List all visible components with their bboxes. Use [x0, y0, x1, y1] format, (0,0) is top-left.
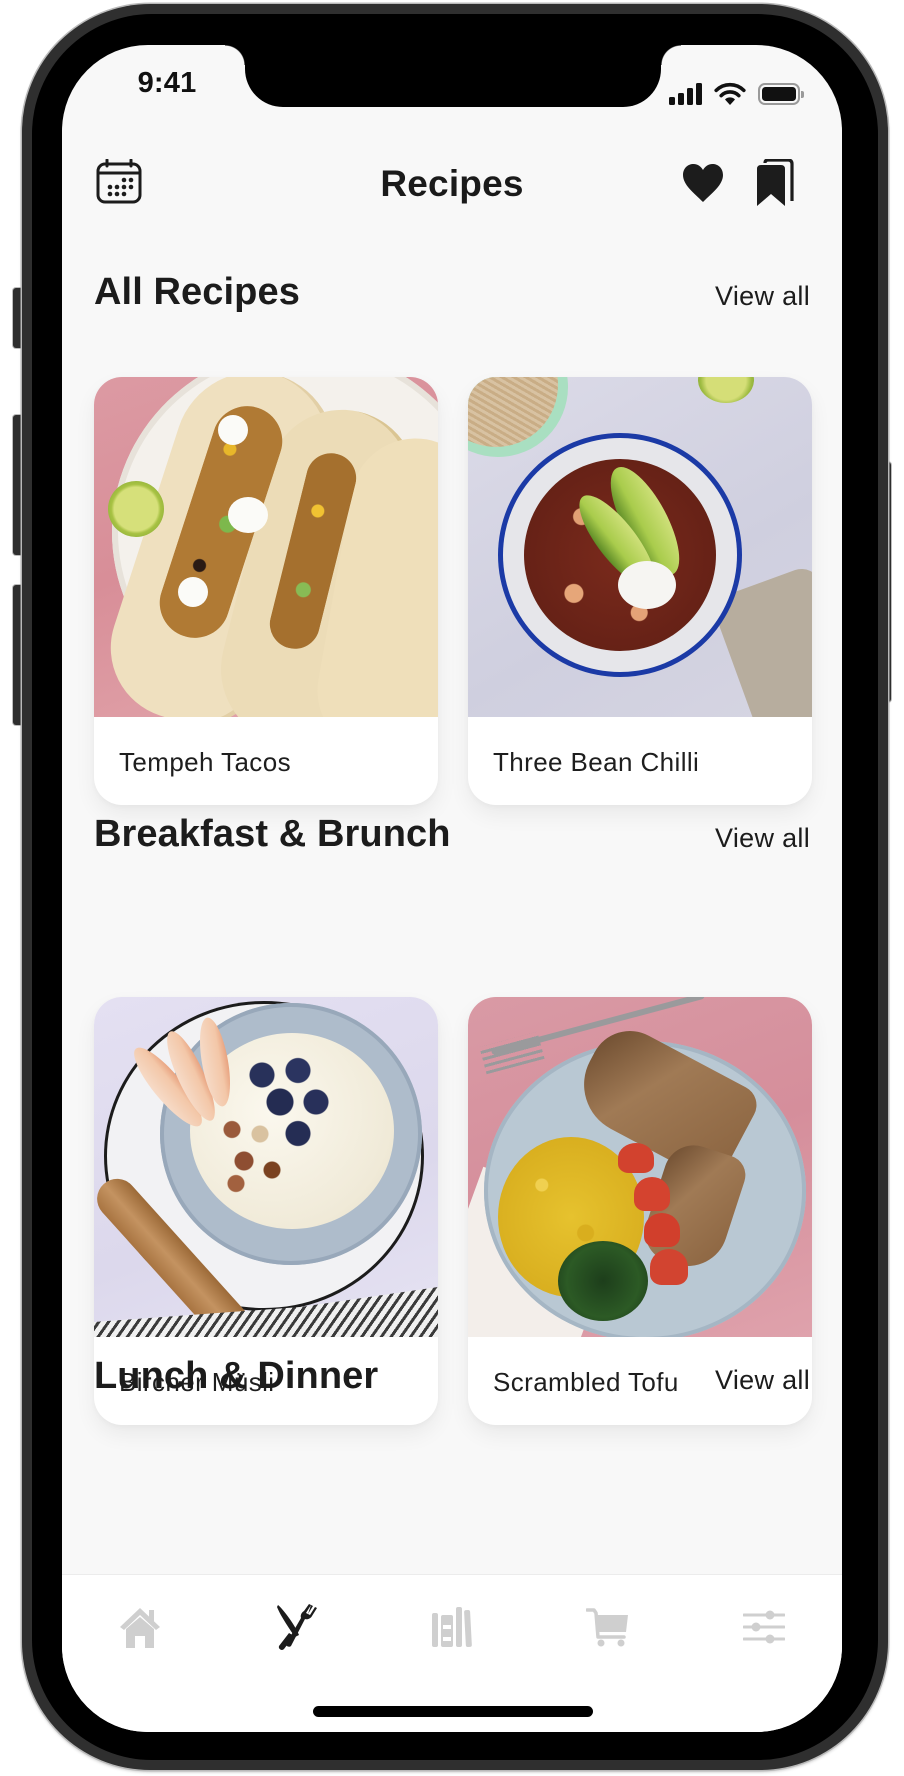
status-icons: [669, 81, 804, 105]
three-bean-chilli-photo: [468, 377, 812, 717]
home-icon: [120, 1608, 160, 1648]
recipe-name: Three Bean Chilli: [493, 747, 700, 777]
view-all-link[interactable]: View all: [715, 1365, 810, 1396]
tab-recipes[interactable]: [218, 1599, 374, 1655]
section-header-all-recipes: All Recipes View all: [94, 271, 810, 321]
tab-settings[interactable]: [686, 1599, 842, 1655]
bookmarks-icon: [757, 159, 794, 206]
cart-icon: [586, 1608, 628, 1647]
page-title: Recipes: [380, 163, 524, 204]
bircher-musli-photo: [94, 997, 438, 1337]
view-all-link[interactable]: View all: [715, 281, 810, 312]
recipe-card-tempeh-tacos[interactable]: Tempeh Tacos: [94, 377, 438, 805]
home-indicator[interactable]: [313, 1706, 593, 1717]
recipe-name: Tempeh Tacos: [119, 747, 291, 777]
section-header-breakfast-brunch: Breakfast & Brunch View all: [94, 813, 810, 863]
wifi-icon: [714, 82, 746, 105]
battery-icon: [758, 83, 804, 105]
sliders-icon: [743, 1610, 785, 1644]
notch: [225, 45, 681, 107]
scrambled-tofu-photo: [468, 997, 812, 1337]
section-title: Breakfast & Brunch: [94, 813, 451, 855]
fork-knife-icon: [277, 1604, 317, 1650]
cellular-signal-icon: [669, 83, 702, 105]
tab-home[interactable]: [62, 1599, 218, 1655]
library-icon: [432, 1607, 472, 1648]
tab-library[interactable]: [374, 1599, 530, 1655]
top-nav: Recipes: [62, 155, 842, 215]
view-all-link[interactable]: View all: [715, 823, 810, 854]
status-time: 9:41: [137, 67, 197, 99]
section-title: Lunch & Dinner: [94, 1355, 379, 1397]
bookmarks-button[interactable]: [756, 159, 794, 207]
recipe-card-three-bean-chilli[interactable]: Three Bean Chilli: [468, 377, 812, 805]
favorites-button[interactable]: [682, 163, 724, 203]
section-title: All Recipes: [94, 271, 300, 313]
screen: 9:41 Recipes All Recipes View all Tempeh…: [62, 45, 842, 1732]
tab-shopping-cart[interactable]: [530, 1599, 686, 1655]
section-header-lunch-dinner: Lunch & Dinner View all: [94, 1355, 810, 1405]
tempeh-tacos-photo: [94, 377, 438, 717]
heart-icon: [683, 164, 723, 202]
